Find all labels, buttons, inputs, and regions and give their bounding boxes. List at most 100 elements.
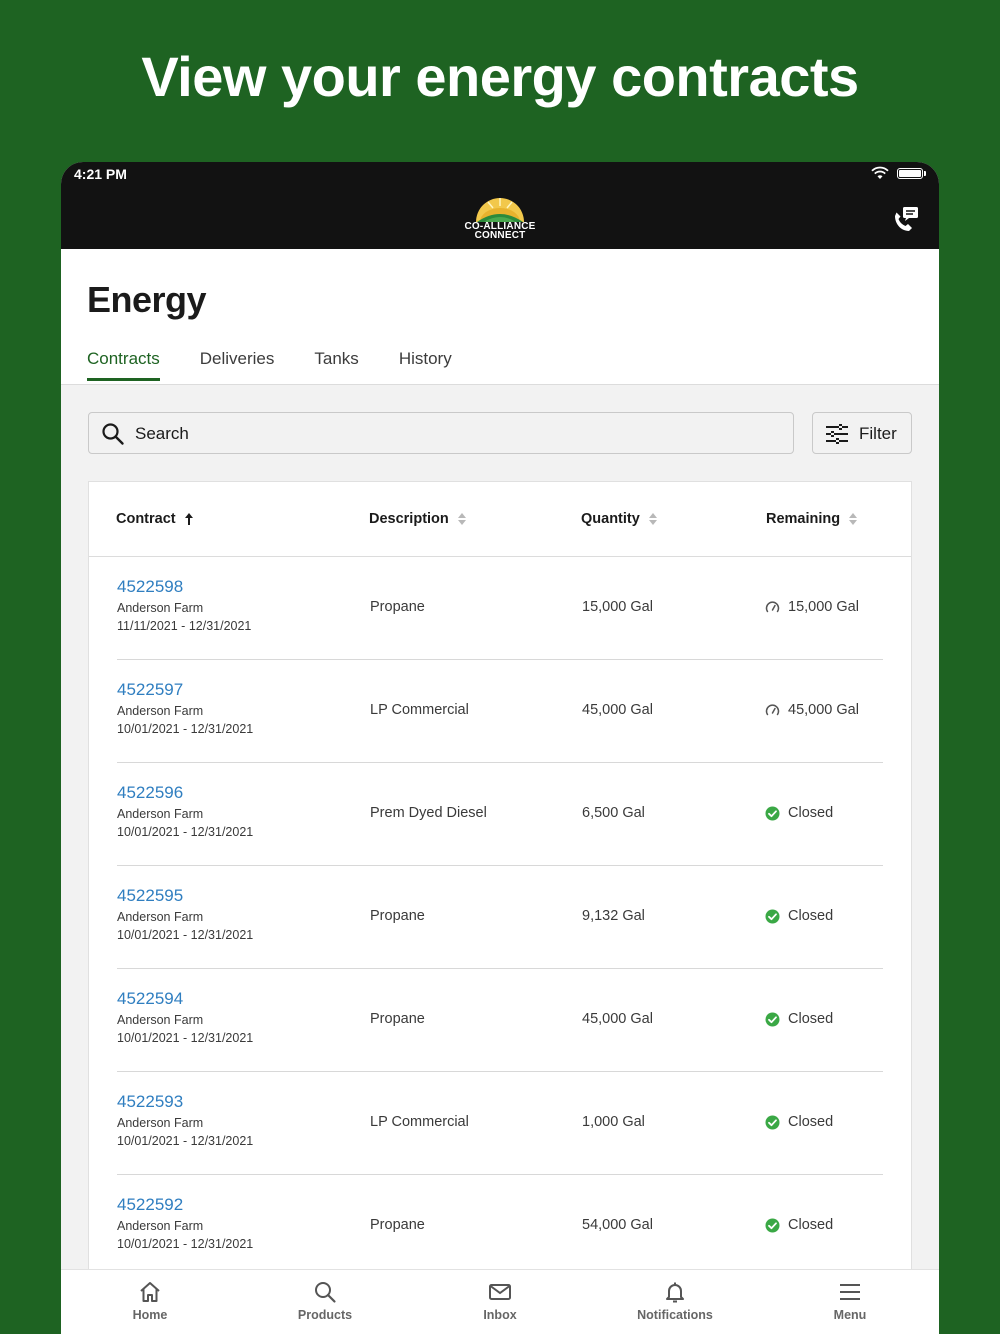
contract-quantity: 9,132 Gal [582, 908, 645, 924]
contract-number-link[interactable]: 4522595 [117, 886, 183, 906]
check-circle-icon [765, 1115, 780, 1130]
remaining-value: 15,000 Gal [788, 599, 859, 615]
contract-number-link[interactable]: 4522594 [117, 989, 183, 1009]
sort-icon [849, 513, 858, 525]
farm-name: Anderson Farm [117, 910, 204, 924]
table-row[interactable]: 4522592 Anderson Farm 10/01/2021 - 12/31/2… [117, 1174, 883, 1278]
contract-number-link[interactable]: 4522598 [117, 577, 183, 597]
nav-inbox-label: Inbox [483, 1308, 517, 1322]
filter-button[interactable]: Filter [812, 412, 912, 454]
tab-tanks[interactable]: Tanks [314, 349, 358, 381]
nav-inbox[interactable]: Inbox [440, 1280, 560, 1322]
search-input[interactable]: Search [135, 424, 189, 444]
table-row[interactable]: 4522598 Anderson Farm 11/11/2021 - 12/31/2… [117, 556, 883, 660]
check-circle-icon [765, 806, 780, 821]
battery-icon [897, 168, 926, 179]
gauge-icon [765, 600, 780, 615]
nav-notifications-label: Notifications [637, 1308, 713, 1322]
column-remaining-label: Remaining [766, 511, 841, 527]
product-description: Prem Dyed Diesel [370, 805, 487, 821]
remaining-cell: Closed [765, 1114, 833, 1130]
nav-notifications[interactable]: Notifications [615, 1280, 735, 1322]
sort-ascending-icon [184, 513, 193, 525]
contract-quantity: 45,000 Gal [582, 1011, 653, 1027]
column-remaining[interactable]: Remaining [766, 511, 858, 527]
column-contract[interactable]: Contract [116, 511, 194, 527]
remaining-cell: Closed [765, 805, 833, 821]
tab-bar: Contracts Deliveries Tanks History [87, 349, 492, 381]
search-icon [315, 1282, 336, 1303]
remaining-cell: Closed [765, 1011, 833, 1027]
farm-name: Anderson Farm [117, 807, 204, 821]
contract-quantity: 54,000 Gal [582, 1217, 653, 1233]
remaining-cell: Closed [765, 1217, 833, 1233]
contact-phone-icon[interactable] [891, 204, 921, 234]
contract-dates: 10/01/2021 - 12/31/2021 [117, 1134, 254, 1148]
remaining-cell: Closed [765, 908, 833, 924]
product-description: LP Commercial [370, 702, 469, 718]
table-header: Contract Description Quantity Remaining [89, 482, 911, 557]
column-description[interactable]: Description [369, 511, 467, 527]
brand-subname: CONNECT [474, 230, 526, 241]
hero-title: View your energy contracts [141, 45, 859, 108]
bottom-nav: Home Products Inbox Notifications Menu [61, 1269, 939, 1334]
search-box[interactable]: Search [88, 412, 794, 454]
contract-quantity: 45,000 Gal [582, 702, 653, 718]
filter-sliders-icon [826, 424, 848, 444]
contract-dates: 10/01/2021 - 12/31/2021 [117, 1031, 254, 1045]
contract-dates: 10/01/2021 - 12/31/2021 [117, 722, 254, 736]
tab-history[interactable]: History [399, 349, 452, 381]
remaining-value: Closed [788, 1217, 834, 1233]
tab-contracts[interactable]: Contracts [87, 349, 160, 381]
contract-quantity: 6,500 Gal [582, 805, 645, 821]
contracts-table: Contract Description Quantity Remaining … [88, 481, 912, 1334]
menu-icon [840, 1284, 860, 1300]
product-description: Propane [370, 1011, 425, 1027]
nav-menu[interactable]: Menu [790, 1280, 910, 1322]
column-quantity[interactable]: Quantity [581, 511, 658, 527]
product-description: Propane [370, 1217, 425, 1233]
tablet-screen: 4:21 PM CO-ALLIANCE CONNECT Energy Contr… [61, 162, 939, 1334]
contract-number-link[interactable]: 4522592 [117, 1195, 183, 1215]
farm-name: Anderson Farm [117, 1013, 204, 1027]
contract-dates: 11/11/2021 - 12/31/2021 [117, 619, 252, 633]
table-row[interactable]: 4522596 Anderson Farm 10/01/2021 - 12/31/2… [117, 762, 883, 866]
remaining-cell: 45,000 Gal [765, 702, 859, 718]
nav-menu-label: Menu [833, 1308, 867, 1322]
mail-icon [489, 1284, 511, 1300]
contract-dates: 10/01/2021 - 12/31/2021 [117, 825, 254, 839]
filter-label: Filter [859, 424, 897, 443]
nav-products[interactable]: Products [265, 1280, 385, 1322]
table-row[interactable]: 4522593 Anderson Farm 10/01/2021 - 12/31/2… [117, 1071, 883, 1175]
product-description: Propane [370, 908, 425, 924]
page-title: Energy [87, 279, 207, 320]
contract-number-link[interactable]: 4522596 [117, 783, 183, 803]
wifi-icon [871, 166, 889, 179]
table-row[interactable]: 4522597 Anderson Farm 10/01/2021 - 12/31/2… [117, 659, 883, 763]
contract-number-link[interactable]: 4522597 [117, 680, 183, 700]
search-icon [102, 423, 124, 445]
sunrise-logo-icon [476, 198, 524, 222]
remaining-value: Closed [788, 1011, 834, 1027]
farm-name: Anderson Farm [117, 1219, 204, 1233]
remaining-value: Closed [788, 908, 834, 924]
farm-name: Anderson Farm [117, 704, 204, 718]
nav-home-label: Home [132, 1308, 168, 1322]
nav-products-label: Products [297, 1308, 353, 1322]
farm-name: Anderson Farm [117, 1116, 204, 1130]
table-row[interactable]: 4522595 Anderson Farm 10/01/2021 - 12/31/2… [117, 865, 883, 969]
contract-dates: 10/01/2021 - 12/31/2021 [117, 928, 254, 942]
contract-quantity: 15,000 Gal [582, 599, 653, 615]
check-circle-icon [765, 909, 780, 924]
contract-number-link[interactable]: 4522593 [117, 1092, 183, 1112]
product-description: Propane [370, 599, 425, 615]
co-alliance-logo: CO-ALLIANCE CONNECT [457, 192, 543, 244]
table-row[interactable]: 4522594 Anderson Farm 10/01/2021 - 12/31/2… [117, 968, 883, 1072]
contract-dates: 10/01/2021 - 12/31/2021 [117, 1237, 254, 1251]
tab-deliveries[interactable]: Deliveries [200, 349, 275, 381]
remaining-value: 45,000 Gal [788, 702, 859, 718]
nav-home[interactable]: Home [90, 1280, 210, 1322]
app-top-bar: 4:21 PM CO-ALLIANCE CONNECT [61, 162, 939, 249]
status-time: 4:21 PM [74, 166, 127, 182]
gauge-icon [765, 703, 780, 718]
